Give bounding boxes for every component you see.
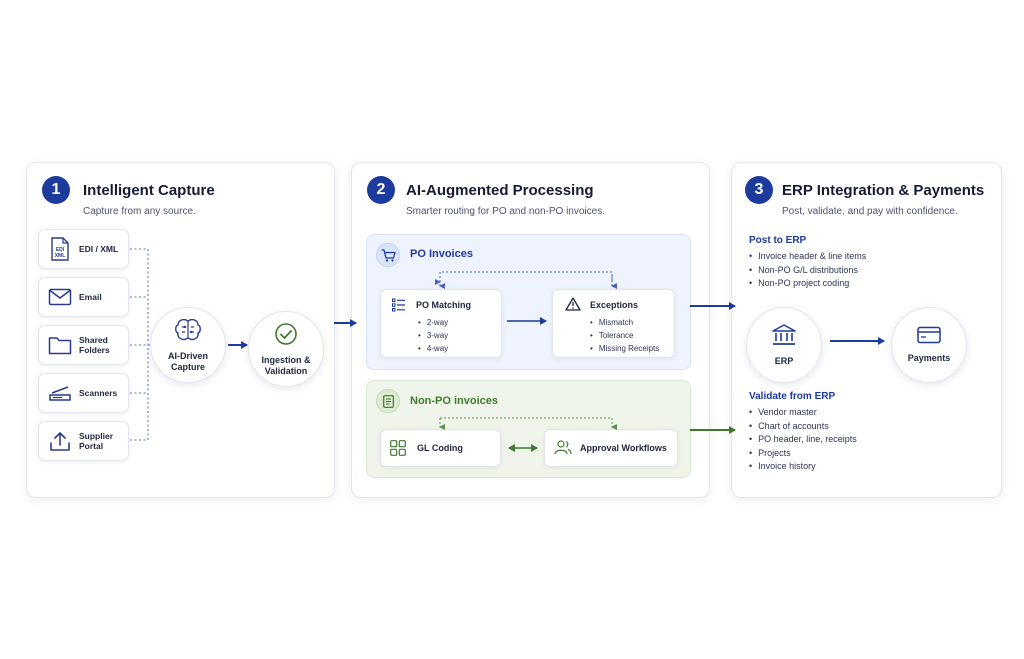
ai-driven-capture-node: AI-Driven Capture xyxy=(150,307,226,383)
ai-driven-capture-label: AI-Driven Capture xyxy=(167,350,208,372)
warning-icon xyxy=(565,297,581,316)
source-edi-xml: EDI XML EDI / XML xyxy=(38,229,129,269)
payments-node: Payments xyxy=(891,307,967,383)
list-item: Tolerance xyxy=(590,329,659,342)
list-item: PO header, line, receipts xyxy=(749,433,857,447)
check-circle-icon xyxy=(274,322,298,351)
post-to-erp-list: Invoice header & line items Non-PO G/L d… xyxy=(749,250,866,291)
erp-node: ERP xyxy=(746,307,822,383)
list-item: Vendor master xyxy=(749,406,857,420)
bank-icon xyxy=(771,323,797,352)
exceptions-list: Mismatch Tolerance Missing Receipts xyxy=(590,316,659,355)
po-invoices-title: PO Invoices xyxy=(410,248,473,260)
list-item: Chart of accounts xyxy=(749,420,857,434)
list-item: 3-way xyxy=(418,329,448,342)
list-item: 2-way xyxy=(418,316,448,329)
step3-subtitle: Post, validate, and pay with confidence. xyxy=(782,206,958,217)
list-item: Projects xyxy=(749,447,857,461)
erp-label: ERP xyxy=(774,356,794,366)
grid-icon xyxy=(390,440,406,461)
list-item: 4-way xyxy=(418,342,448,355)
folder-icon xyxy=(45,330,75,360)
ingestion-validation-label: Ingestion & Validation xyxy=(261,354,311,376)
email-icon xyxy=(45,282,75,312)
source-scanners: Scanners xyxy=(38,373,129,413)
step3-title: ERP Integration & Payments xyxy=(782,182,985,199)
list-item: Invoice history xyxy=(749,460,857,474)
exceptions-title: Exceptions xyxy=(590,300,639,310)
step2-title: AI-Augmented Processing xyxy=(406,182,594,199)
step-number-1: 1 xyxy=(42,176,70,204)
gl-coding-label: GL Coding xyxy=(417,443,463,453)
brain-icon xyxy=(174,318,202,347)
source-label: Supplier Portal xyxy=(79,431,114,451)
svg-text:XML: XML xyxy=(55,253,66,259)
list-item: Mismatch xyxy=(590,316,659,329)
source-label: Shared Folders xyxy=(79,335,110,355)
scanner-icon xyxy=(45,378,75,408)
non-po-invoices-title: Non-PO invoices xyxy=(410,395,499,407)
list-item: Non-PO G/L distributions xyxy=(749,264,866,278)
list-item: Invoice header & line items xyxy=(749,250,866,264)
source-email: Email xyxy=(38,277,129,317)
approval-workflows-label: Approval Workflows xyxy=(580,443,667,453)
step-number-3: 3 xyxy=(745,176,773,204)
validate-from-erp-list: Vendor master Chart of accounts PO heade… xyxy=(749,406,857,474)
upload-icon xyxy=(45,426,75,456)
po-matching-list: 2-way 3-way 4-way xyxy=(418,316,448,355)
step-number-2: 2 xyxy=(367,176,395,204)
source-label: Email xyxy=(79,292,102,302)
source-label: Scanners xyxy=(79,388,118,398)
step2-subtitle: Smarter routing for PO and non-PO invoic… xyxy=(406,206,605,217)
validate-from-erp-title: Validate from ERP xyxy=(749,391,836,402)
payments-label: Payments xyxy=(907,353,951,363)
source-shared-folders: Shared Folders xyxy=(38,325,129,365)
checklist-icon xyxy=(392,298,406,317)
list-item: Non-PO project coding xyxy=(749,277,866,291)
document-icon xyxy=(376,389,400,413)
cart-icon xyxy=(376,243,400,267)
step1-subtitle: Capture from any source. xyxy=(83,206,196,217)
source-label: EDI / XML xyxy=(79,244,119,254)
source-supplier-portal: Supplier Portal xyxy=(38,421,129,461)
step1-title: Intelligent Capture xyxy=(83,182,215,199)
post-to-erp-title: Post to ERP xyxy=(749,235,807,246)
list-item: Missing Receipts xyxy=(590,342,659,355)
po-matching-title: PO Matching xyxy=(416,300,472,310)
credit-card-icon xyxy=(917,326,941,349)
ingestion-validation-node: Ingestion & Validation xyxy=(248,311,324,387)
people-icon xyxy=(554,439,572,460)
edi-xml-icon: EDI XML xyxy=(45,234,75,264)
